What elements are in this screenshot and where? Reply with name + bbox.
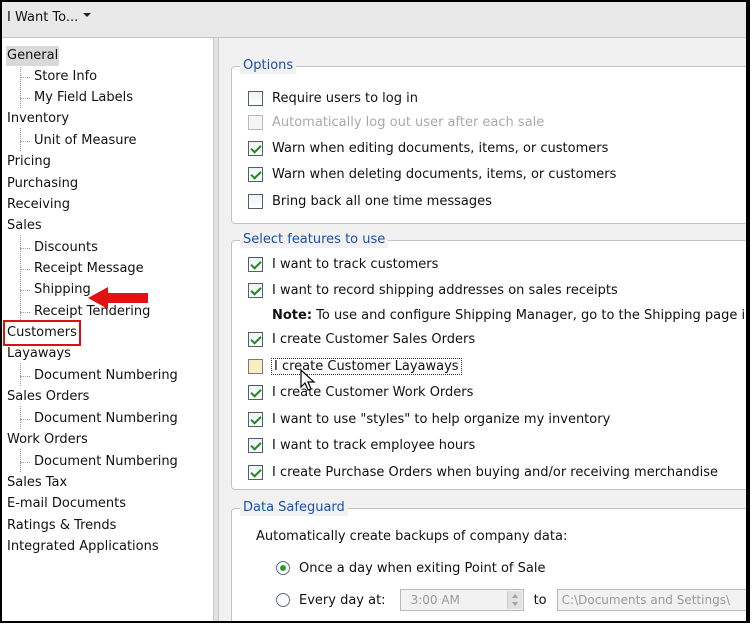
- customer-layaways-checkbox[interactable]: [248, 358, 263, 374]
- backup-time-value: 3:00 AM: [410, 593, 460, 607]
- data-safeguard-title: Data Safeguard: [240, 500, 348, 516]
- once-a-day-row[interactable]: Once a day when exiting Point of Sale: [276, 557, 545, 579]
- customer-work-orders-checkbox[interactable]: [248, 384, 263, 400]
- feature-row[interactable]: I create Customer Sales Orders: [248, 328, 475, 350]
- styles-label: I want to use "styles" to help organize …: [272, 411, 611, 427]
- i-want-to-label: I Want To...: [7, 10, 79, 25]
- tree-item-store-info[interactable]: Store Info: [19, 67, 98, 87]
- tree-item-receipt-message[interactable]: Receipt Message: [20, 259, 145, 279]
- once-a-day-label: Once a day when exiting Point of Sale: [299, 560, 546, 576]
- tree-item-receiving[interactable]: Receiving: [6, 195, 71, 215]
- track-customers-checkbox[interactable]: [248, 256, 263, 272]
- tree-item-unit-of-measure[interactable]: Unit of Measure: [20, 131, 138, 151]
- feature-row[interactable]: I create Customer Work Orders: [248, 381, 473, 403]
- feature-row[interactable]: I want to track employee hours: [248, 434, 475, 456]
- styles-checkbox[interactable]: [248, 411, 263, 427]
- employee-hours-checkbox[interactable]: [248, 437, 263, 453]
- i-want-to-menu[interactable]: I Want To...: [7, 10, 92, 25]
- tree-item-shipping[interactable]: Shipping: [20, 280, 92, 300]
- auto-logout-label: Automatically log out user after each sa…: [272, 114, 545, 130]
- feature-row[interactable]: I create Customer Layaways: [248, 355, 462, 377]
- option-row: Automatically log out user after each sa…: [248, 111, 544, 133]
- features-group-title: Select features to use: [240, 232, 389, 248]
- options-group: Options Require users to log in Automati…: [231, 58, 746, 224]
- tree-item-inventory[interactable]: Inventory: [6, 109, 70, 129]
- feature-row[interactable]: I want to record shipping addresses on s…: [248, 279, 618, 301]
- record-shipping-label: I want to record shipping addresses on s…: [272, 282, 618, 298]
- tree-item-email-documents[interactable]: E-mail Documents: [6, 494, 127, 514]
- warn-editing-label: Warn when editing documents, items, or c…: [272, 140, 609, 156]
- note-label: Note:: [272, 307, 313, 323]
- preferences-tree: General Store Info My Field Labels Inven…: [2, 38, 213, 621]
- red-arrow-icon: [88, 287, 148, 309]
- mouse-cursor-icon: [300, 368, 316, 391]
- customer-sales-orders-checkbox[interactable]: [248, 331, 263, 347]
- tree-item-integrated-applications[interactable]: Integrated Applications: [6, 537, 160, 557]
- feature-row[interactable]: I want to use "styles" to help organize …: [248, 408, 610, 430]
- every-day-label: Every day at:: [299, 592, 386, 608]
- to-label: to: [533, 592, 547, 608]
- tree-item-sales-tax[interactable]: Sales Tax: [6, 473, 68, 493]
- shipping-note: Note: To use and configure Shipping Mana…: [272, 304, 746, 326]
- record-shipping-checkbox[interactable]: [248, 282, 263, 298]
- purchase-orders-label: I create Purchase Orders when buying and…: [272, 464, 718, 480]
- option-row[interactable]: Warn when deleting documents, items, or …: [248, 163, 616, 185]
- purchase-orders-checkbox[interactable]: [248, 464, 263, 480]
- tree-item-purchasing[interactable]: Purchasing: [6, 174, 79, 194]
- employee-hours-label: I want to track employee hours: [272, 437, 476, 453]
- tree-item-general[interactable]: General: [6, 46, 60, 66]
- bring-back-messages-checkbox[interactable]: [248, 193, 263, 209]
- tree-item-sales[interactable]: Sales: [6, 216, 43, 236]
- tree-item-my-field-labels[interactable]: My Field Labels: [19, 88, 134, 108]
- backup-path-input[interactable]: C:\Documents and Settings\: [556, 589, 746, 611]
- tree-item-sales-orders-document-numbering[interactable]: Document Numbering: [20, 409, 179, 429]
- options-group-title: Options: [240, 58, 297, 74]
- every-day-radio[interactable]: [276, 593, 290, 607]
- tree-item-discounts[interactable]: Discounts: [20, 238, 99, 258]
- tree-item-layaways-document-numbering[interactable]: Document Numbering: [20, 366, 179, 386]
- customer-sales-orders-label: I create Customer Sales Orders: [272, 331, 476, 347]
- tree-item-ratings-trends[interactable]: Ratings & Trends: [6, 516, 117, 536]
- require-login-label: Require users to log in: [272, 90, 418, 106]
- tree-item-sales-orders[interactable]: Sales Orders: [6, 387, 90, 407]
- tree-item-customers[interactable]: Customers: [3, 320, 81, 346]
- dropdown-caret-icon: [83, 12, 92, 17]
- auto-logout-checkbox: [248, 114, 263, 130]
- tree-item-pricing[interactable]: Pricing: [6, 152, 52, 172]
- require-login-checkbox[interactable]: [248, 90, 263, 106]
- option-row[interactable]: Warn when editing documents, items, or c…: [248, 137, 608, 159]
- feature-row[interactable]: I want to track customers: [248, 253, 438, 275]
- option-row[interactable]: Require users to log in: [248, 87, 418, 109]
- once-a-day-radio[interactable]: [276, 561, 290, 575]
- warn-deleting-checkbox[interactable]: [248, 166, 263, 182]
- safeguard-description: Automatically create backups of company …: [256, 528, 568, 544]
- backup-time-input[interactable]: 3:00 AM: [399, 589, 524, 611]
- backup-path-value: C:\Documents and Settings\: [561, 593, 730, 607]
- tree-item-layaways[interactable]: Layaways: [6, 344, 72, 364]
- warn-deleting-label: Warn when deleting documents, items, or …: [272, 166, 617, 182]
- data-safeguard-group: Data Safeguard Automatically create back…: [231, 500, 746, 621]
- settings-panel: Options Require users to log in Automati…: [219, 38, 746, 621]
- tree-item-work-orders[interactable]: Work Orders: [6, 430, 89, 450]
- bring-back-messages-label: Bring back all one time messages: [272, 193, 492, 209]
- note-text: To use and configure Shipping Manager, g…: [312, 307, 746, 323]
- option-row[interactable]: Bring back all one time messages: [248, 190, 492, 212]
- every-day-row[interactable]: Every day at: 3:00 AM to C:\Documents an…: [276, 589, 746, 611]
- time-spinner-icon[interactable]: [506, 591, 522, 609]
- warn-editing-checkbox[interactable]: [248, 140, 263, 156]
- window: I Want To... General Store Info My Field…: [0, 0, 750, 623]
- tree-item-work-orders-document-numbering[interactable]: Document Numbering: [20, 452, 179, 472]
- feature-row[interactable]: I create Purchase Orders when buying and…: [248, 461, 718, 483]
- track-customers-label: I want to track customers: [272, 256, 439, 272]
- features-group: Select features to use I want to track c…: [231, 232, 746, 490]
- top-toolbar: I Want To...: [2, 2, 746, 38]
